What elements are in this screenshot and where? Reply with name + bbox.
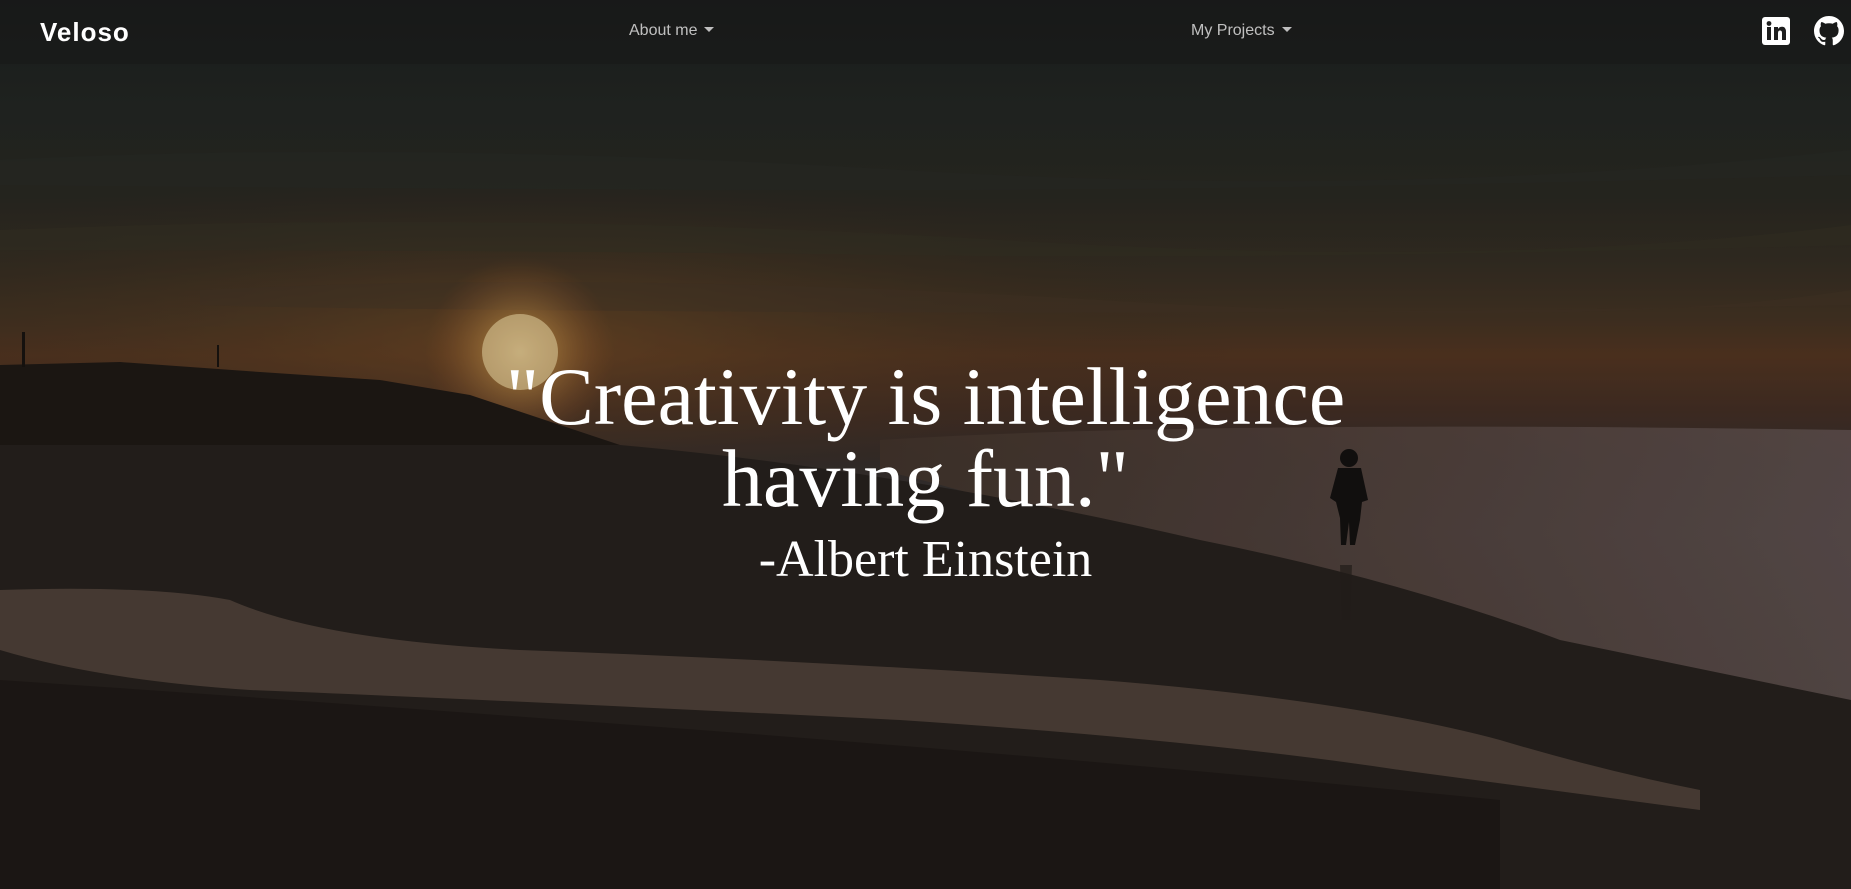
caret-down-icon xyxy=(1281,27,1292,32)
github-link[interactable] xyxy=(1814,16,1844,46)
nav-my-projects-dropdown[interactable]: My Projects xyxy=(1191,22,1292,40)
nav-about-me-label: About me xyxy=(629,22,698,39)
hero-section: Veloso About me My Projects "Creativity … xyxy=(0,0,1851,889)
linkedin-link[interactable] xyxy=(1761,16,1791,46)
caret-down-icon xyxy=(704,27,715,32)
nav-my-projects-label: My Projects xyxy=(1191,22,1275,39)
quote-author: -Albert Einstein xyxy=(758,531,1093,588)
brand-logo[interactable]: Veloso xyxy=(40,17,130,48)
quote-block: "Creativity is intelligence having fun."… xyxy=(0,356,1851,590)
nav-about-me-dropdown[interactable]: About me xyxy=(629,22,715,40)
quote-text: "Creativity is intelligence having fun." xyxy=(505,351,1346,524)
navbar: Veloso About me My Projects xyxy=(0,0,1851,64)
github-icon xyxy=(1814,16,1844,46)
linkedin-icon xyxy=(1762,17,1790,45)
